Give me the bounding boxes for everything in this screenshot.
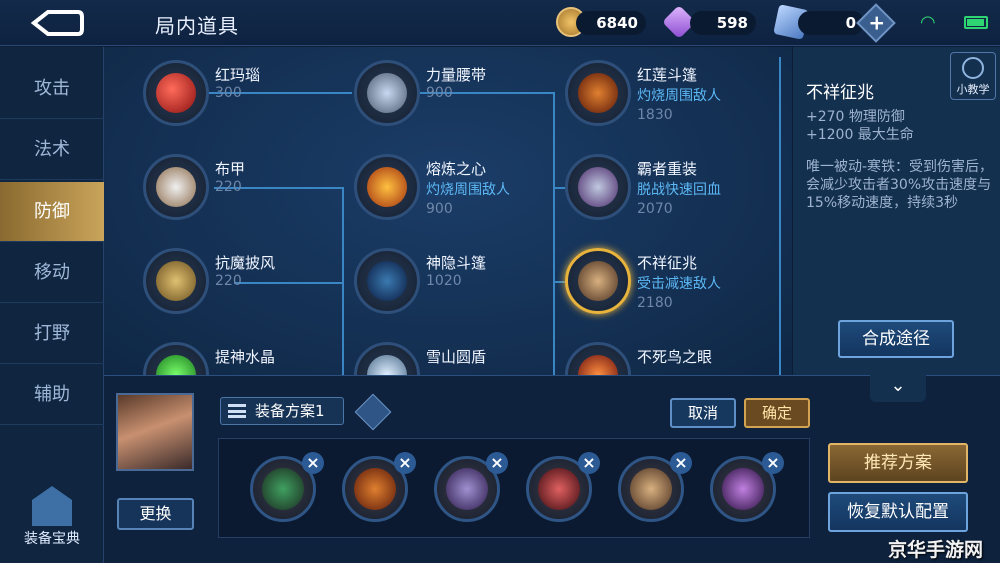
item-price: 220 — [215, 273, 242, 289]
page-title: 局内道具 — [155, 14, 239, 38]
item-price: 900 — [426, 201, 453, 217]
watermark: 京华手游网 — [888, 539, 984, 561]
equipment-manual-button[interactable]: 装备宝典 — [0, 474, 104, 554]
belt-icon — [367, 73, 407, 113]
axe-icon — [722, 468, 764, 510]
item-price: 220 — [215, 179, 242, 195]
item-name: 霸者重装 — [637, 160, 698, 178]
red-gem-icon — [156, 73, 196, 113]
detail-item-name: 不祥征兆 — [806, 83, 874, 103]
item-name: 神隐斗篷 — [426, 254, 487, 272]
manual-label: 装备宝典 — [24, 531, 80, 547]
chevron-down-icon[interactable]: ⌄ — [870, 372, 926, 402]
item-tyrant-armor[interactable]: 霸者重装 脱战快速回血 2070 — [565, 154, 765, 224]
boots-icon — [262, 468, 304, 510]
tree-connector — [553, 92, 555, 375]
flame-heart-icon — [367, 167, 407, 207]
item-cloth-armor[interactable]: 布甲 220 — [143, 154, 343, 224]
sidebar-item-movement[interactable]: 移动 — [0, 243, 104, 303]
item-name: 不祥征兆 — [637, 254, 698, 272]
remove-icon[interactable]: × — [670, 452, 692, 474]
wifi-icon: ◠ — [920, 12, 936, 33]
hero-avatar — [116, 393, 194, 471]
item-price: 2070 — [637, 201, 673, 217]
armor-icon — [446, 468, 488, 510]
remove-icon[interactable]: × — [394, 452, 416, 474]
sidebar-item-support[interactable]: 辅助 — [0, 365, 104, 425]
item-price: 900 — [426, 85, 453, 101]
hood-icon — [367, 261, 407, 301]
diamond-count: 598 — [690, 11, 756, 35]
helmet-icon — [538, 468, 580, 510]
item-magic-cloak[interactable]: 抗魔披风 220 — [143, 248, 343, 318]
item-name: 红玛瑙 — [215, 66, 261, 84]
item-name: 雪山圆盾 — [426, 348, 487, 366]
item-red-lotus-cloak[interactable]: 红莲斗篷 灼烧周围敌人 1830 — [565, 60, 765, 130]
item-name: 布甲 — [215, 160, 246, 178]
detail-stat-defense: +270 物理防御 — [806, 109, 905, 125]
item-red-agate[interactable]: 红玛瑙 300 — [143, 60, 343, 130]
item-name: 红莲斗篷 — [637, 66, 698, 84]
remove-icon[interactable]: × — [486, 452, 508, 474]
cancel-button[interactable]: 取消 — [670, 398, 736, 428]
item-name: 力量腰带 — [426, 66, 487, 84]
item-desc: 脱战快速回血 — [637, 182, 721, 198]
remove-icon[interactable]: × — [578, 452, 600, 474]
confirm-button[interactable]: 确定 — [744, 398, 810, 428]
item-price: 2180 — [637, 295, 673, 311]
item-desc: 灼烧周围敌人 — [426, 182, 510, 198]
tutorial-label: 小教学 — [956, 83, 990, 96]
sidebar-item-jungle[interactable]: 打野 — [0, 304, 104, 364]
compose-path-button[interactable]: 合成途径 — [838, 320, 954, 358]
lotus-cloak-icon — [354, 468, 396, 510]
item-name: 抗魔披风 — [215, 254, 276, 272]
remove-icon[interactable]: × — [762, 452, 784, 474]
restore-default-button[interactable]: 恢复默认配置 — [828, 492, 968, 532]
cloak-icon — [156, 261, 196, 301]
item-desc: 受击减速敌人 — [637, 276, 721, 292]
book-icon — [32, 486, 72, 526]
item-price: 1830 — [637, 107, 673, 123]
sidebar-item-defense[interactable]: 防御 — [0, 182, 104, 242]
heavy-armor-icon — [578, 167, 618, 207]
gauntlet-icon — [578, 261, 618, 301]
lotus-cloak-icon — [578, 73, 618, 113]
item-desc: 灼烧周围敌人 — [637, 88, 721, 104]
sidebar-item-attack[interactable]: 攻击 — [0, 59, 104, 119]
recommend-plan-button[interactable]: 推荐方案 — [828, 443, 968, 483]
item-price: 300 — [215, 85, 242, 101]
remove-icon[interactable]: × — [302, 452, 324, 474]
detail-stat-health: +1200 最大生命 — [806, 127, 914, 143]
back-button[interactable] — [28, 8, 84, 38]
item-ominous-omen[interactable]: 不祥征兆 受击减速敌人 2180 — [565, 248, 765, 318]
battery-icon — [964, 16, 988, 29]
item-name: 熔炼之心 — [426, 160, 487, 178]
item-name: 提神水晶 — [215, 348, 276, 366]
item-hidden-cloak[interactable]: 神隐斗篷 1020 — [354, 248, 554, 318]
detail-passive: 唯一被动-寒铁：受到伤害后，会减少攻击者30%攻击速度与15%移动速度，持续3秒 — [806, 159, 994, 211]
item-smelting-heart[interactable]: 熔炼之心 灼烧周围敌人 900 — [354, 154, 554, 224]
item-power-belt[interactable]: 力量腰带 900 — [354, 60, 554, 130]
coupon-count: 0 — [798, 11, 864, 35]
play-icon — [962, 57, 984, 79]
tree-connector — [779, 57, 781, 375]
item-name: 不死鸟之眼 — [637, 348, 713, 366]
list-icon — [228, 404, 246, 418]
gold-count: 6840 — [576, 11, 646, 35]
armor-icon — [156, 167, 196, 207]
swap-hero-button[interactable]: 更换 — [117, 498, 194, 530]
tutorial-button[interactable]: 小教学 — [950, 52, 996, 100]
item-price: 1020 — [426, 273, 462, 289]
gauntlet-icon — [630, 468, 672, 510]
sidebar-item-magic[interactable]: 法术 — [0, 120, 104, 180]
